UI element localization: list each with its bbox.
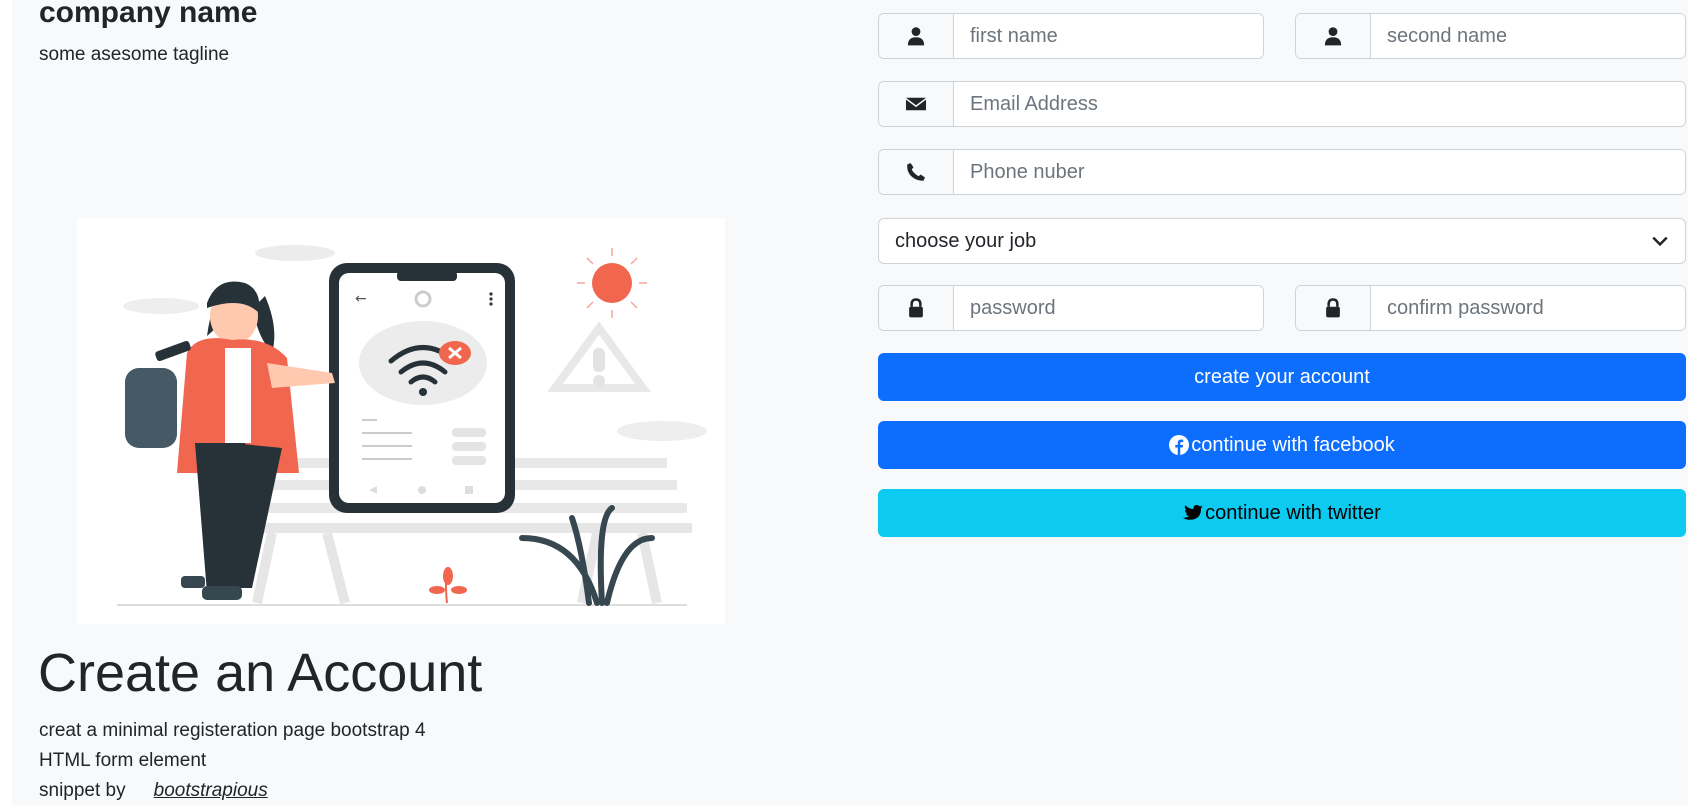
lock-icon (879, 286, 954, 330)
confirm-password-group (1295, 285, 1686, 331)
create-account-label: create your account (1194, 365, 1370, 388)
description-line-2: HTML form element (39, 750, 207, 771)
envelope-icon (879, 82, 954, 126)
facebook-button[interactable]: continue with facebook (878, 421, 1686, 469)
bootstrapious-link[interactable]: bootstrapious (154, 780, 268, 801)
twitter-icon (1183, 505, 1204, 520)
user-icon (879, 14, 954, 58)
facebook-icon (1169, 435, 1190, 455)
job-select[interactable]: choose your job (878, 218, 1686, 264)
tagline: some asesome tagline (39, 44, 230, 65)
phone-group (878, 149, 1686, 195)
job-select-value: choose your job (895, 229, 1037, 252)
email-input[interactable] (954, 82, 1685, 126)
second-name-group (1295, 13, 1686, 59)
svg-text:←: ← (355, 291, 367, 307)
second-name-input[interactable] (1371, 14, 1685, 58)
first-name-input[interactable] (954, 14, 1263, 58)
password-input[interactable] (954, 286, 1263, 330)
page-container: company name some asesome tagline ← Crea… (12, 0, 1688, 805)
first-name-group (878, 13, 1264, 59)
chevron-down-icon (1652, 236, 1668, 247)
twitter-button[interactable]: continue with twitter (878, 489, 1686, 537)
facebook-button-label: continue with facebook (1191, 433, 1395, 456)
password-group (878, 285, 1264, 331)
user-icon (1296, 14, 1371, 58)
company-name: company name (39, 0, 258, 29)
phone-input[interactable] (954, 150, 1685, 194)
create-account-button[interactable]: create your account (878, 353, 1686, 401)
confirm-password-input[interactable] (1371, 286, 1685, 330)
lock-icon (1296, 286, 1371, 330)
phone-icon (879, 150, 954, 194)
email-group (878, 81, 1686, 127)
twitter-button-label: continue with twitter (1205, 501, 1381, 524)
description-line-1: creat a minimal registeration page boots… (39, 720, 426, 741)
illustration-image: ← (77, 218, 725, 624)
credit-prefix: snippet by (39, 780, 126, 801)
snippet-credit: snippet by bootstrapious (39, 780, 268, 802)
page-headline: Create an Account (38, 643, 483, 703)
